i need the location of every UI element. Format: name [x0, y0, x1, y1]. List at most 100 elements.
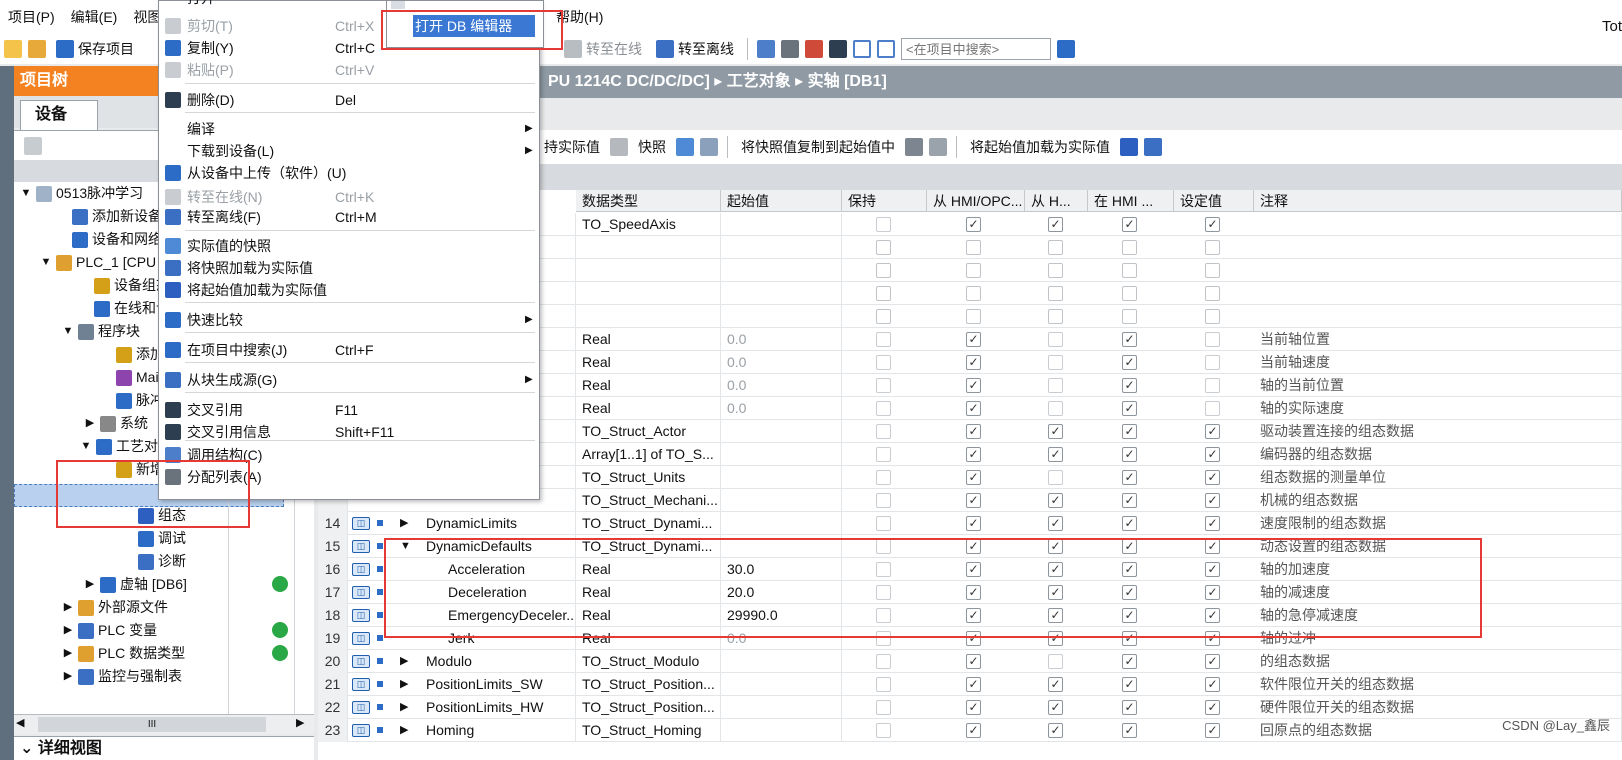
tree-item[interactable]: ▼ PLC_1 [CPU: [40, 251, 156, 274]
copy-snapshot-icon[interactable]: [905, 138, 923, 156]
hmi-writable-checkbox[interactable]: ✓: [1048, 424, 1063, 439]
retain-checkbox[interactable]: [876, 677, 891, 692]
menu-edit[interactable]: 编辑(E): [63, 0, 126, 34]
start-value-cell[interactable]: [721, 305, 842, 328]
table-row[interactable]: 21 ◫ ▶ PositionLimits_SW TO_Struct_Position.…: [318, 673, 1622, 696]
data-type-cell[interactable]: TO_Struct_Dynami...: [576, 512, 721, 535]
tree-horizontal-scrollbar[interactable]: ◀ III ▶: [14, 714, 314, 734]
data-type-cell[interactable]: TO_Struct_Mechani...: [576, 489, 721, 512]
hmi-writable-checkbox[interactable]: [1048, 263, 1063, 278]
hmi-writable-checkbox[interactable]: [1048, 470, 1063, 485]
column-header[interactable]: 数据类型: [576, 190, 721, 212]
setpoint-checkbox[interactable]: [1205, 309, 1220, 324]
retain-checkbox[interactable]: [876, 723, 891, 738]
hmi-accessible-checkbox[interactable]: [966, 240, 981, 255]
split-horizontal-icon[interactable]: [853, 40, 871, 58]
collapsed-arrow-icon[interactable]: ▶: [62, 619, 74, 642]
hmi-writable-checkbox[interactable]: [1048, 332, 1063, 347]
menu-project[interactable]: 项目(P): [0, 0, 63, 34]
setpoint-checkbox[interactable]: ✓: [1205, 516, 1220, 531]
table-row[interactable]: 14 ◫ ▶ DynamicLimits TO_Struct_Dynami... ✓ ✓ ✓ ✓…: [318, 512, 1622, 535]
start-value-cell[interactable]: [721, 466, 842, 489]
data-type-cell[interactable]: TO_Struct_Units: [576, 466, 721, 489]
retain-checkbox[interactable]: [876, 470, 891, 485]
hmi-accessible-checkbox[interactable]: ✓: [966, 217, 981, 232]
hmi-accessible-checkbox[interactable]: ✓: [966, 378, 981, 393]
setpoint-checkbox[interactable]: [1205, 355, 1220, 370]
hmi-writable-checkbox[interactable]: ✓: [1048, 723, 1063, 738]
data-type-cell[interactable]: TO_Struct_Position...: [576, 696, 721, 719]
hmi-visible-checkbox[interactable]: ✓: [1122, 516, 1137, 531]
column-header[interactable]: 起始值: [721, 190, 842, 212]
data-type-cell[interactable]: TO_SpeedAxis: [576, 213, 721, 236]
hmi-writable-checkbox[interactable]: ✓: [1048, 493, 1063, 508]
table-row[interactable]: 20 ◫ ▶ Modulo TO_Struct_Modulo ✓ ✓ ✓ 的组态数据: [318, 650, 1622, 673]
context-menu-item[interactable]: 编译 ▶: [159, 118, 539, 140]
start-value-cell[interactable]: [721, 282, 842, 305]
accessible-devices-icon[interactable]: [757, 40, 775, 58]
copy-snapshot-button[interactable]: 将快照值复制到起始值中: [737, 134, 899, 160]
setpoint-checkbox[interactable]: ✓: [1205, 654, 1220, 669]
save-project-button[interactable]: 保存项目: [52, 36, 138, 62]
tree-item[interactable]: 调试: [122, 527, 186, 550]
hmi-visible-checkbox[interactable]: ✓: [1122, 401, 1137, 416]
data-type-cell[interactable]: TO_Struct_Modulo: [576, 650, 721, 673]
open-project-icon[interactable]: [28, 40, 46, 58]
data-type-cell[interactable]: Real: [576, 351, 721, 374]
split-vertical-icon[interactable]: [877, 40, 895, 58]
tree-item[interactable]: 设备组态: [78, 274, 170, 297]
hmi-visible-checkbox[interactable]: ✓: [1122, 470, 1137, 485]
hmi-writable-checkbox[interactable]: [1048, 286, 1063, 301]
retain-checkbox[interactable]: [876, 447, 891, 462]
retain-checkbox[interactable]: [876, 240, 891, 255]
hmi-accessible-checkbox[interactable]: ✓: [966, 677, 981, 692]
context-menu-item[interactable]: 从块生成源(G) ▶: [159, 369, 539, 391]
column-header[interactable]: 从 H...: [1025, 190, 1088, 212]
context-menu-item[interactable]: 在项目中搜索(J) Ctrl+F: [159, 339, 539, 361]
tree-item[interactable]: 在线和诊: [78, 297, 170, 320]
context-menu-item[interactable]: 从设备中上传（软件）(U): [159, 162, 539, 184]
hmi-visible-checkbox[interactable]: ✓: [1122, 723, 1137, 738]
tree-item[interactable]: ▶ 外部源文件: [62, 596, 168, 619]
setpoint-checkbox[interactable]: [1205, 286, 1220, 301]
hmi-accessible-checkbox[interactable]: ✓: [966, 516, 981, 531]
hmi-accessible-checkbox[interactable]: ✓: [966, 332, 981, 347]
tree-item[interactable]: 诊断: [122, 550, 186, 573]
setpoint-checkbox[interactable]: [1205, 240, 1220, 255]
setpoint-checkbox[interactable]: ✓: [1205, 424, 1220, 439]
hmi-visible-checkbox[interactable]: ✓: [1122, 424, 1137, 439]
hmi-visible-checkbox[interactable]: ✓: [1122, 677, 1137, 692]
copy-snapshot-2-icon[interactable]: [929, 138, 947, 156]
setpoint-checkbox[interactable]: [1205, 401, 1220, 416]
hmi-accessible-checkbox[interactable]: ✓: [966, 401, 981, 416]
collapsed-arrow-icon[interactable]: ▶: [400, 673, 408, 696]
setpoint-checkbox[interactable]: ✓: [1205, 217, 1220, 232]
setpoint-checkbox[interactable]: ✓: [1205, 447, 1220, 462]
data-type-cell[interactable]: Real: [576, 328, 721, 351]
data-type-cell[interactable]: Array[1..1] of TO_S...: [576, 443, 721, 466]
hmi-visible-checkbox[interactable]: ✓: [1122, 654, 1137, 669]
retain-checkbox[interactable]: [876, 401, 891, 416]
hmi-visible-checkbox[interactable]: [1122, 240, 1137, 255]
cross-reference-icon[interactable]: [829, 40, 847, 58]
hmi-accessible-checkbox[interactable]: ✓: [966, 447, 981, 462]
collapsed-arrow-icon[interactable]: ▶: [84, 412, 96, 435]
retain-checkbox[interactable]: [876, 378, 891, 393]
retain-checkbox[interactable]: [876, 654, 891, 669]
column-header[interactable]: 注释: [1254, 190, 1622, 212]
hmi-accessible-checkbox[interactable]: ✓: [966, 470, 981, 485]
hmi-writable-checkbox[interactable]: ✓: [1048, 217, 1063, 232]
tree-view-icon[interactable]: [24, 137, 42, 155]
context-menu-item[interactable]: 将快照加载为实际值: [159, 257, 539, 279]
hmi-accessible-checkbox[interactable]: ✓: [966, 700, 981, 715]
setpoint-checkbox[interactable]: ✓: [1205, 700, 1220, 715]
context-menu-item[interactable]: 将起始值加载为实际值: [159, 279, 539, 301]
start-value-cell[interactable]: [721, 420, 842, 443]
start-value-cell[interactable]: [721, 673, 842, 696]
hmi-accessible-checkbox[interactable]: ✓: [966, 493, 981, 508]
data-type-cell[interactable]: Real: [576, 374, 721, 397]
column-header[interactable]: 设定值: [1174, 190, 1254, 212]
start-value-cell[interactable]: [721, 489, 842, 512]
data-type-cell[interactable]: [576, 282, 721, 305]
hmi-accessible-checkbox[interactable]: ✓: [966, 723, 981, 738]
